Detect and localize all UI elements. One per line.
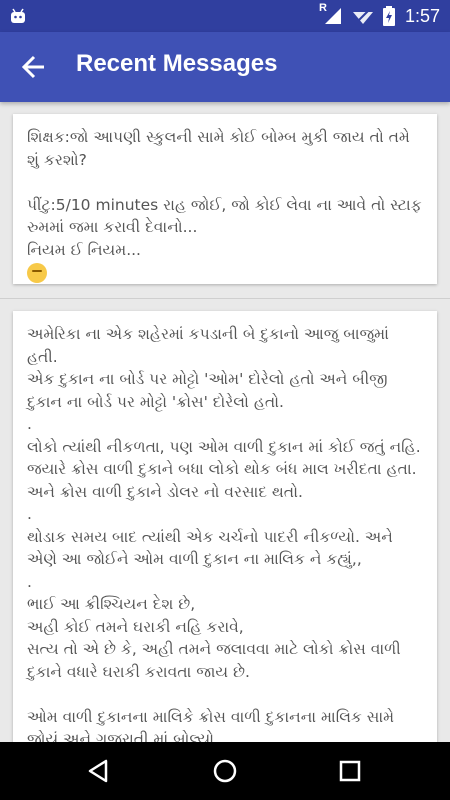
message-card[interactable]: અમેરિકા ના એક શહેરમાં કપડાની બે દુકાનો આ… bbox=[13, 311, 437, 742]
back-triangle-icon[interactable] bbox=[84, 756, 114, 786]
app-bar: Recent Messages bbox=[0, 32, 450, 102]
arrow-back-icon[interactable] bbox=[16, 49, 52, 85]
status-time: 1:57 bbox=[404, 5, 440, 26]
message-card[interactable]: શિક્ષક:જો આપણી સ્કુલની સામે કોઈ બોમ્બ મુ… bbox=[13, 114, 437, 284]
message-list[interactable]: શિક્ષક:જો આપણી સ્કુલની સામે કોઈ બોમ્બ મુ… bbox=[0, 102, 450, 742]
page-title: Recent Messages bbox=[76, 50, 278, 77]
status-bar: R 1:57 bbox=[0, 0, 450, 32]
signal-icon: R bbox=[319, 2, 343, 26]
battery-charging-icon bbox=[382, 6, 395, 26]
wifi-icon bbox=[352, 7, 373, 25]
list-divider bbox=[0, 298, 450, 299]
android-icon bbox=[11, 8, 25, 23]
message-text: અમેરિકા ના એક શહેરમાં કપડાની બે દુકાનો આ… bbox=[27, 325, 421, 742]
face-emoji-icon bbox=[27, 262, 47, 283]
home-circle-icon[interactable] bbox=[210, 756, 240, 786]
navigation-bar bbox=[0, 742, 450, 800]
message-text: શિક્ષક:જો આપણી સ્કુલની સામે કોઈ બોમ્બ મુ… bbox=[27, 128, 422, 259]
recents-square-icon[interactable] bbox=[335, 756, 365, 786]
